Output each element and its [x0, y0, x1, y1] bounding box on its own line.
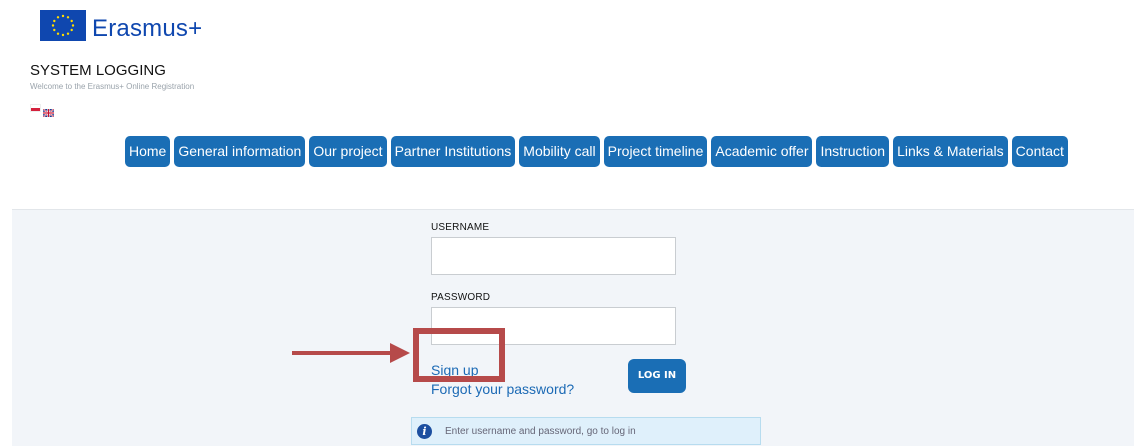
- logo-text: Erasmus+: [92, 15, 203, 42]
- nav-contact[interactable]: Contact: [1011, 136, 1068, 167]
- nav-links-materials[interactable]: Links & Materials: [893, 136, 1008, 167]
- nav-instruction[interactable]: Instruction: [816, 136, 890, 167]
- username-label: USERNAME: [431, 222, 490, 233]
- page-title: SYSTEM LOGGING: [30, 62, 166, 79]
- erasmus-logo: Erasmus+: [40, 10, 202, 41]
- nav-academic-offer[interactable]: Academic offer: [711, 136, 813, 167]
- nav-home[interactable]: Home: [125, 136, 171, 167]
- polish-flag-icon[interactable]: [30, 104, 41, 112]
- nav-mobility-call[interactable]: Mobility call: [519, 136, 600, 167]
- forgot-password-link[interactable]: Forgot your password?: [431, 381, 574, 397]
- uk-flag-icon[interactable]: [42, 104, 55, 118]
- info-icon: i: [417, 424, 432, 439]
- nav-project-timeline[interactable]: Project timeline: [603, 136, 708, 167]
- page-subtitle: Welcome to the Erasmus+ Online Registrat…: [30, 82, 195, 91]
- eu-flag-icon: [40, 10, 86, 41]
- main-nav: Home General information Our project Par…: [125, 136, 1068, 167]
- language-switcher: [30, 104, 55, 118]
- nav-our-project[interactable]: Our project: [309, 136, 387, 167]
- nav-partner-institutions[interactable]: Partner Institutions: [390, 136, 516, 167]
- username-field[interactable]: [431, 237, 676, 275]
- annotation-arrow-icon: [292, 343, 410, 363]
- info-text: Enter username and password, go to log i…: [445, 426, 636, 437]
- login-button[interactable]: LOG IN: [628, 359, 686, 393]
- annotation-highlight-box: [413, 328, 505, 382]
- password-label: PASSWORD: [431, 292, 491, 303]
- nav-general-information[interactable]: General information: [174, 136, 306, 167]
